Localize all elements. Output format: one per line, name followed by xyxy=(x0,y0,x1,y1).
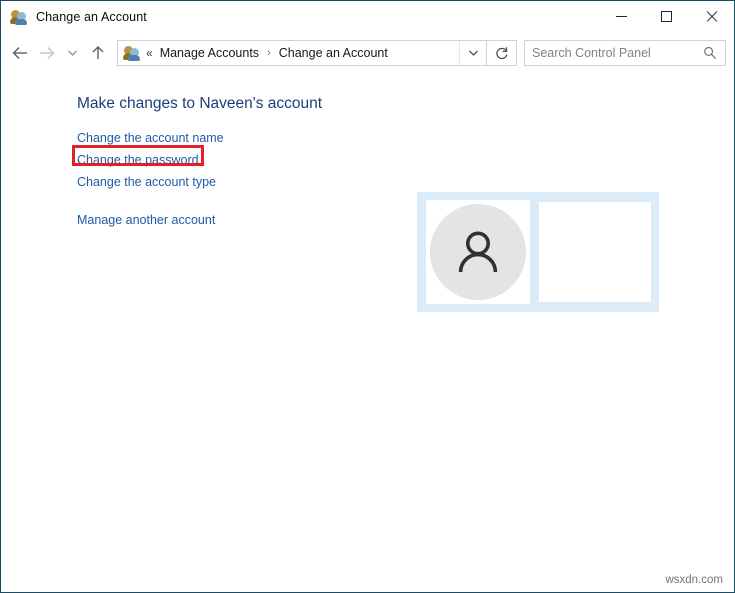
control-panel-window: Change an Account xyxy=(0,0,735,593)
link-label: Change the account name xyxy=(77,131,224,145)
page-title: Make changes to Naveen's account xyxy=(77,95,322,113)
minimize-icon xyxy=(616,16,627,17)
content-area: Make changes to Naveen's account Change … xyxy=(1,74,734,592)
breadcrumb-item-manage-accounts[interactable]: Manage Accounts xyxy=(160,46,259,60)
breadcrumb[interactable]: « Manage Accounts › Change an Account xyxy=(117,40,487,66)
link-change-account-type[interactable]: Change the account type xyxy=(77,171,224,193)
breadcrumb-separator: › xyxy=(267,47,271,59)
window-controls xyxy=(599,1,734,32)
window-title: Change an Account xyxy=(36,10,147,24)
close-button[interactable] xyxy=(689,1,734,32)
link-label: Manage another account xyxy=(77,213,215,227)
back-arrow-icon xyxy=(12,46,29,60)
account-info-panel xyxy=(539,202,651,302)
chevron-down-icon xyxy=(468,49,479,57)
maximize-icon xyxy=(661,11,672,22)
back-button[interactable] xyxy=(7,40,33,66)
forward-arrow-icon xyxy=(38,46,55,60)
watermark: wsxdn.com xyxy=(665,574,723,586)
search-box[interactable] xyxy=(524,40,726,66)
search-icon[interactable] xyxy=(703,46,717,60)
chevron-down-icon xyxy=(67,49,78,57)
avatar xyxy=(430,204,526,300)
breadcrumb-overflow[interactable]: « xyxy=(146,46,153,60)
up-button[interactable] xyxy=(85,40,111,66)
maximize-button[interactable] xyxy=(644,1,689,32)
refresh-button[interactable] xyxy=(487,40,517,66)
recent-locations-button[interactable] xyxy=(59,40,85,66)
person-icon xyxy=(451,225,505,279)
breadcrumb-item-change-an-account[interactable]: Change an Account xyxy=(279,46,388,60)
highlight-box: Change the password xyxy=(77,149,199,171)
title-bar: Change an Account xyxy=(1,1,734,32)
user-accounts-icon xyxy=(11,9,27,25)
link-manage-another-account[interactable]: Manage another account xyxy=(77,209,224,231)
task-link-list: Change the account name Change the passw… xyxy=(77,127,224,231)
avatar-cell[interactable] xyxy=(426,200,530,304)
forward-button[interactable] xyxy=(33,40,59,66)
user-accounts-icon xyxy=(124,45,140,61)
navigation-bar: « Manage Accounts › Change an Account xyxy=(1,32,734,74)
link-label: Change the password xyxy=(77,153,199,167)
link-change-password[interactable]: Change the password xyxy=(77,149,224,171)
refresh-icon xyxy=(495,46,509,60)
minimize-button[interactable] xyxy=(599,1,644,32)
link-label: Change the account type xyxy=(77,175,216,189)
search-input[interactable] xyxy=(532,46,690,60)
close-icon xyxy=(705,10,718,23)
link-change-account-name[interactable]: Change the account name xyxy=(77,127,224,149)
account-picture-tile[interactable] xyxy=(417,192,659,312)
breadcrumb-dropdown-button[interactable] xyxy=(459,41,486,65)
up-arrow-icon xyxy=(91,45,105,61)
